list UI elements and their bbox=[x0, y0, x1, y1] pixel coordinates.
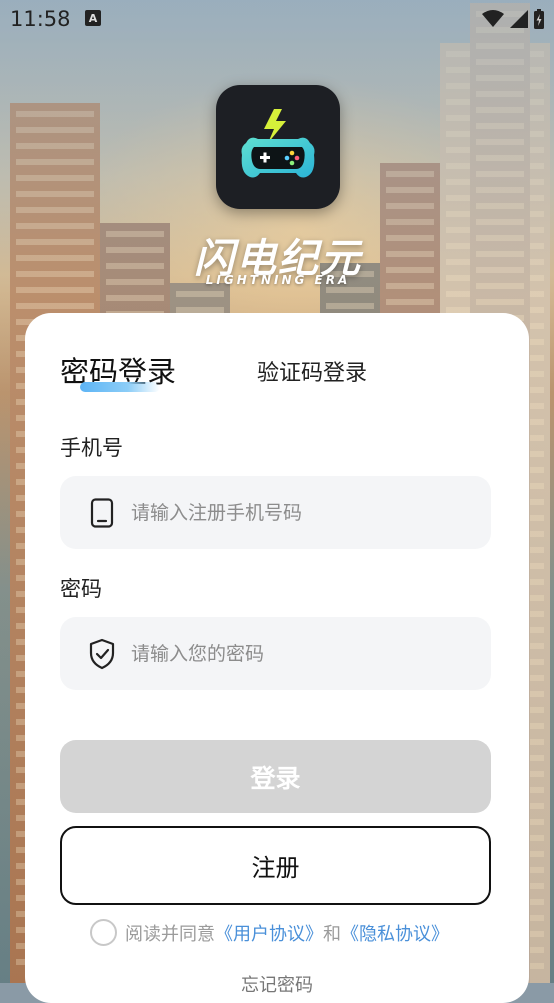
agreement-checkbox[interactable] bbox=[90, 919, 117, 946]
shield-icon bbox=[87, 638, 117, 669]
password-label: 密码 bbox=[60, 577, 102, 601]
brand-name-en: LIGHTNING ERA bbox=[205, 273, 351, 287]
signal-icon bbox=[510, 10, 528, 32]
gamepad-lightning-icon bbox=[241, 109, 315, 178]
phone-input[interactable] bbox=[129, 500, 463, 525]
forgot-password-link[interactable]: 忘记密码 bbox=[25, 971, 529, 997]
status-time: 11:58 bbox=[10, 7, 71, 31]
wifi-icon bbox=[482, 10, 504, 32]
login-card: 密码登录 验证码登录 手机号 密码 登录 注册 阅读并同意 《用户协议》 和 《… bbox=[25, 313, 529, 1003]
status-bar: 11:58 A bbox=[0, 0, 554, 38]
password-field-container bbox=[60, 617, 491, 690]
privacy-agreement-link[interactable]: 《隐私协议》 bbox=[341, 920, 449, 946]
phone-label: 手机号 bbox=[60, 436, 123, 460]
tab-code-login[interactable]: 验证码登录 bbox=[257, 355, 367, 387]
phone-field-container bbox=[60, 476, 491, 549]
notification-icon: A bbox=[85, 10, 101, 26]
app-logo bbox=[216, 85, 340, 209]
phone-icon bbox=[87, 497, 117, 528]
agreement-prefix: 阅读并同意 bbox=[125, 923, 215, 945]
system-icons bbox=[482, 9, 544, 33]
battery-charging-icon bbox=[534, 9, 544, 33]
agreement-conjunction: 和 bbox=[323, 923, 341, 945]
login-button[interactable]: 登录 bbox=[60, 740, 491, 813]
agreement-row: 阅读并同意 《用户协议》 和 《隐私协议》 bbox=[90, 919, 449, 946]
password-input[interactable] bbox=[129, 641, 463, 666]
user-agreement-link[interactable]: 《用户协议》 bbox=[215, 920, 323, 946]
active-tab-indicator bbox=[80, 382, 160, 392]
register-button[interactable]: 注册 bbox=[60, 826, 491, 905]
